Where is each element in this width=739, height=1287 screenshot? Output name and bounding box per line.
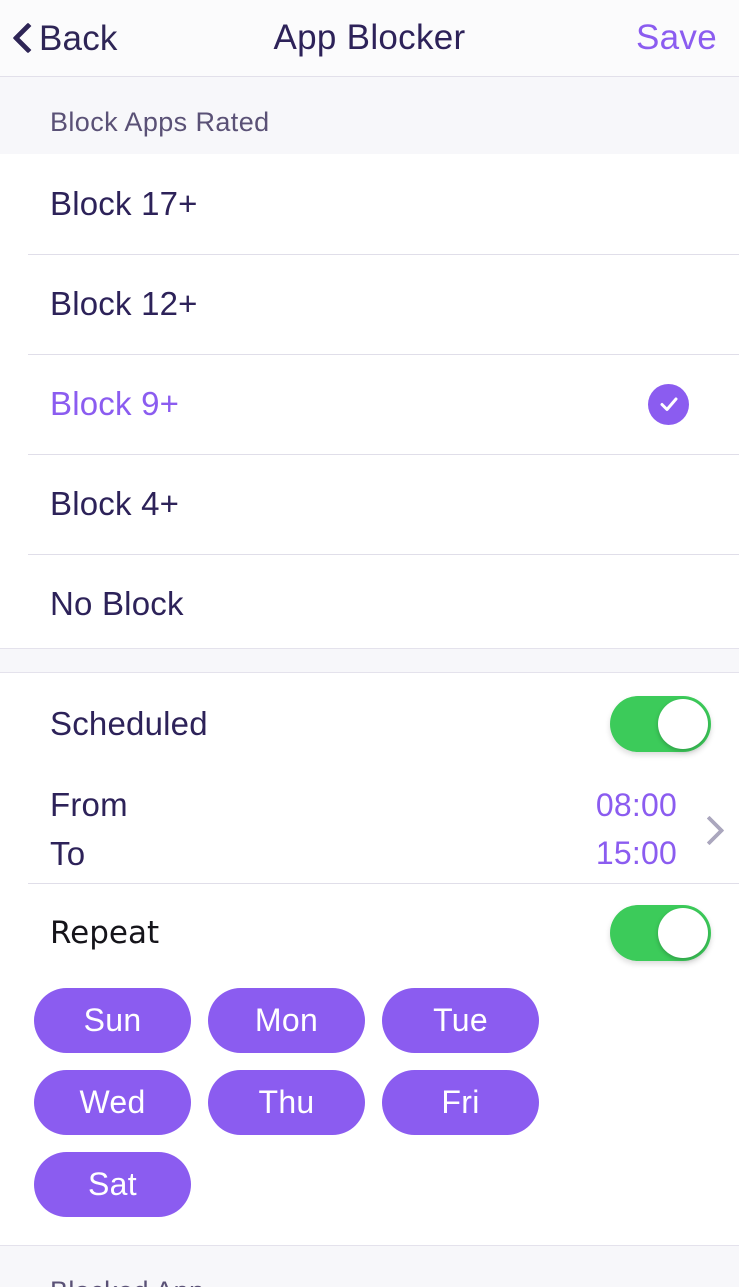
rating-option-no-block[interactable]: No Block xyxy=(0,554,739,648)
day-pill-tue[interactable]: Tue xyxy=(382,988,539,1053)
scheduled-toggle[interactable] xyxy=(610,696,711,752)
to-value[interactable]: 15:00 xyxy=(596,837,677,869)
section-header-blocked-app: Blocked App xyxy=(0,1245,739,1287)
rating-option-block-9[interactable]: Block 9+ xyxy=(0,354,739,454)
rating-option-block-17[interactable]: Block 17+ xyxy=(0,154,739,254)
schedule-section: Scheduled From To 08:00 15:00 Repeat xyxy=(0,673,739,1245)
to-label: To xyxy=(50,837,596,870)
section-spacer xyxy=(0,648,739,673)
from-label: From xyxy=(50,788,596,821)
day-pill-mon[interactable]: Mon xyxy=(208,988,365,1053)
toggle-knob xyxy=(658,908,708,958)
scheduled-label: Scheduled xyxy=(50,705,208,743)
settings-scroll-area[interactable]: Block Apps Rated Block 17+ Block 12+ Blo… xyxy=(0,77,739,1287)
day-pill-sun[interactable]: Sun xyxy=(34,988,191,1053)
rating-option-label: Block 9+ xyxy=(50,385,179,423)
chevron-right-icon xyxy=(699,811,719,847)
day-pill-sat[interactable]: Sat xyxy=(34,1152,191,1217)
back-button[interactable]: Back xyxy=(0,21,118,56)
from-value[interactable]: 08:00 xyxy=(596,789,677,821)
repeat-row: Repeat xyxy=(0,884,739,982)
toggle-knob xyxy=(658,699,708,749)
chevron-left-icon xyxy=(14,21,33,55)
app-blocker-screen: Back App Blocker Save Block Apps Rated B… xyxy=(0,0,739,1287)
rating-option-label: No Block xyxy=(50,585,184,623)
day-pill-thu[interactable]: Thu xyxy=(208,1070,365,1135)
repeat-toggle[interactable] xyxy=(610,905,711,961)
repeat-day-selector: Sun Mon Tue Wed Thu Fri Sat xyxy=(0,982,739,1245)
back-button-label: Back xyxy=(39,21,118,56)
day-pill-wed[interactable]: Wed xyxy=(34,1070,191,1135)
rating-option-block-12[interactable]: Block 12+ xyxy=(0,254,739,354)
time-range-row[interactable]: From To 08:00 15:00 xyxy=(0,774,739,884)
rating-option-block-4[interactable]: Block 4+ xyxy=(0,454,739,554)
rating-option-label: Block 4+ xyxy=(50,485,179,523)
time-range-labels: From To xyxy=(50,788,596,870)
repeat-label: Repeat xyxy=(50,915,159,951)
rating-option-label: Block 12+ xyxy=(50,285,198,323)
rating-option-label: Block 17+ xyxy=(50,185,198,223)
rating-options-list: Block 17+ Block 12+ Block 9+ Block 4+ xyxy=(0,154,739,648)
navigation-bar: Back App Blocker Save xyxy=(0,0,739,77)
save-button[interactable]: Save xyxy=(636,18,717,58)
section-header-label: Block Apps Rated xyxy=(50,107,270,138)
time-range-values: 08:00 15:00 xyxy=(596,789,677,869)
section-header-label: Blocked App xyxy=(50,1276,205,1287)
checkmark-icon xyxy=(648,384,689,425)
scheduled-row: Scheduled xyxy=(0,673,739,774)
day-pill-fri[interactable]: Fri xyxy=(382,1070,539,1135)
